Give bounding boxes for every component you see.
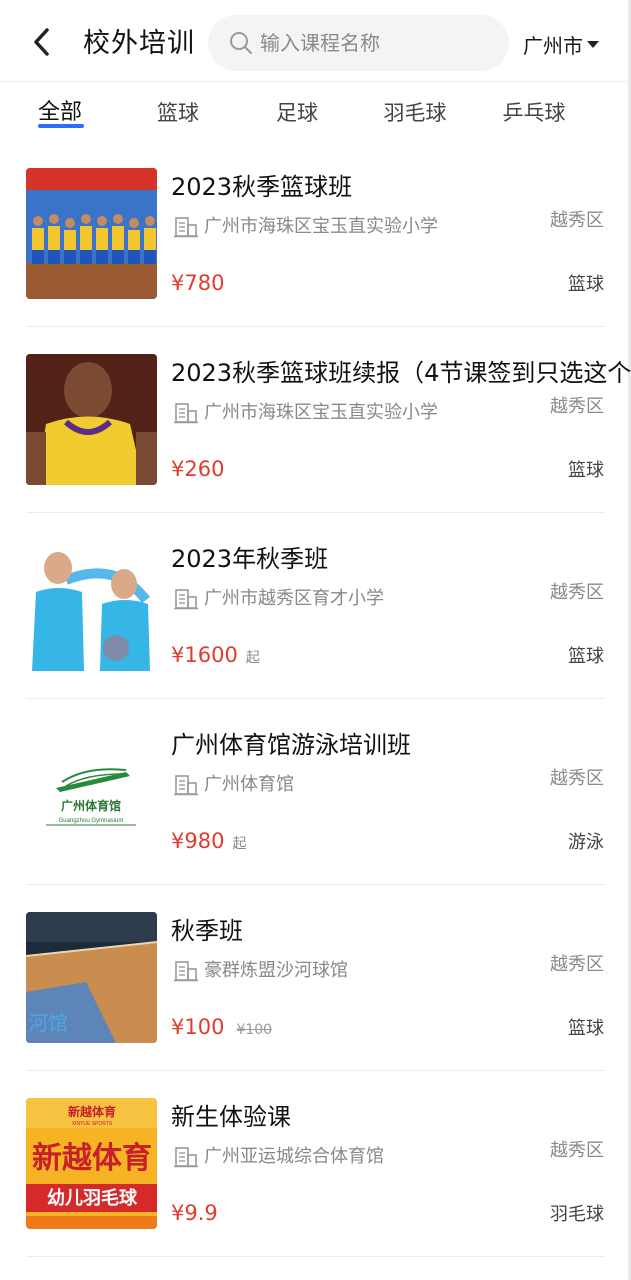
venue-name: 广州市越秀区育才小学	[204, 588, 384, 609]
price-row: ¥260	[171, 454, 224, 484]
page-title: 校外培训	[83, 28, 195, 59]
course-thumbnail: 河馆	[26, 912, 157, 1043]
course-name: 2023秋季篮球班续报（4节课签到只选这个	[171, 359, 631, 387]
divider	[26, 698, 605, 699]
course-thumbnail: 广州体育馆 Guangzhou Gymnasium	[26, 726, 157, 857]
back-button[interactable]	[22, 22, 62, 62]
gymnasium-logo: 广州体育馆 Guangzhou Gymnasium	[26, 726, 157, 857]
category-label: 羽毛球	[550, 1204, 604, 1225]
venue-name: 豪群炼盟沙河球馆	[204, 960, 348, 981]
category-label: 篮球	[568, 1018, 604, 1039]
brand-name: 新越体育	[68, 1104, 116, 1119]
court-wall-text: 河馆	[28, 1011, 68, 1035]
venue: 广州亚运城综合体育馆	[174, 1144, 384, 1170]
course-name: 秋季班	[171, 917, 243, 945]
course-card[interactable]: 2023秋季篮球班续报（4节课签到只选这个 广州市海珠区宝玉直实验小学 越秀区 …	[0, 344, 631, 530]
search-icon	[230, 32, 252, 54]
venue: 广州市越秀区育才小学	[174, 586, 384, 612]
price: ¥780	[171, 271, 225, 295]
category-tabs: 全部 篮球 足球 羽毛球 乒乓球	[0, 82, 628, 152]
active-tab-indicator	[38, 124, 84, 128]
tab-table-tennis[interactable]: 乒乓球	[484, 96, 584, 130]
price: ¥1600	[171, 643, 238, 667]
divider	[26, 326, 605, 327]
district-label: 越秀区	[550, 954, 604, 975]
district-label: 越秀区	[550, 396, 604, 417]
tab-basketball[interactable]: 篮球	[128, 96, 228, 130]
logo-text: 广州体育馆	[61, 798, 121, 813]
poster-headline: 新越体育	[32, 1141, 152, 1176]
price: ¥260	[171, 457, 225, 481]
course-name: 2023秋季篮球班	[171, 173, 353, 201]
category-label: 篮球	[568, 646, 604, 667]
city-label: 广州市	[523, 33, 583, 58]
course-thumbnail	[26, 354, 157, 485]
course-name: 广州体育馆游泳培训班	[171, 731, 411, 759]
divider	[26, 1256, 605, 1257]
building-icon	[174, 775, 198, 796]
district-label: 越秀区	[550, 1140, 604, 1161]
district-label: 越秀区	[550, 210, 604, 231]
district-label: 越秀区	[550, 582, 604, 603]
search-box[interactable]	[208, 15, 509, 71]
building-icon	[174, 217, 198, 238]
price-row: ¥100 ¥100	[171, 1012, 272, 1042]
venue-name: 广州市海珠区宝玉直实验小学	[204, 216, 438, 237]
venue-name: 广州亚运城综合体育馆	[204, 1146, 384, 1167]
category-label: 篮球	[568, 274, 604, 295]
district-label: 越秀区	[550, 768, 604, 789]
venue: 广州体育馆	[174, 772, 294, 798]
building-icon	[174, 961, 198, 982]
venue: 广州市海珠区宝玉直实验小学	[174, 400, 438, 426]
venue: 广州市海珠区宝玉直实验小学	[174, 214, 438, 240]
price: ¥9.9	[171, 1201, 218, 1225]
divider	[26, 1070, 605, 1071]
building-icon	[174, 1147, 198, 1168]
venue-name: 广州市海珠区宝玉直实验小学	[204, 402, 438, 423]
top-bar: 校外培训 广州市	[0, 0, 628, 82]
course-name: 2023年秋季班	[171, 545, 329, 573]
coaches-photo	[26, 540, 157, 671]
search-input[interactable]	[260, 23, 490, 63]
category-label: 篮球	[568, 460, 604, 481]
course-thumbnail: 新越体育 XINYUE SPORTS 新越体育 幼儿羽毛球	[26, 1098, 157, 1229]
price-from-label: 起	[232, 836, 247, 852]
course-name: 新生体验课	[171, 1103, 291, 1131]
basketball-court-photo: 河馆	[26, 912, 157, 1043]
basketball-player-photo	[26, 354, 157, 485]
divider	[26, 884, 605, 885]
course-card[interactable]: 2023年秋季班 广州市越秀区育才小学 越秀区 ¥1600 起 篮球	[0, 530, 628, 716]
poster-subline: 幼儿羽毛球	[47, 1187, 138, 1209]
course-card[interactable]: 河馆 秋季班 豪群炼盟沙河球馆 越秀区 ¥100 ¥100 篮球	[0, 902, 628, 1088]
city-selector[interactable]: 广州市	[523, 28, 599, 60]
price-row: ¥9.9	[171, 1198, 218, 1228]
course-thumbnail	[26, 168, 157, 299]
original-price: ¥100	[236, 1022, 273, 1038]
caret-down-icon	[587, 40, 599, 48]
price-row: ¥980 起	[171, 826, 246, 856]
basketball-team-photo	[26, 168, 157, 299]
price-row: ¥1600 起	[171, 640, 260, 670]
venue: 豪群炼盟沙河球馆	[174, 958, 348, 984]
logo-subtext: Guangzhou Gymnasium	[59, 818, 124, 824]
price: ¥100	[171, 1015, 225, 1039]
venue-name: 广州体育馆	[204, 774, 294, 795]
price-from-label: 起	[245, 650, 260, 666]
tab-badminton[interactable]: 羽毛球	[365, 96, 465, 130]
divider	[26, 512, 605, 513]
course-card[interactable]: 2023秋季篮球班 广州市海珠区宝玉直实验小学 越秀区 ¥780 篮球	[0, 158, 628, 344]
course-card[interactable]: 新越体育 XINYUE SPORTS 新越体育 幼儿羽毛球 新生体验课 广州亚运…	[0, 1088, 628, 1274]
brand-subtext: XINYUE SPORTS	[72, 1121, 113, 1127]
course-card[interactable]: 广州体育馆 Guangzhou Gymnasium 广州体育馆游泳培训班 广州体…	[0, 716, 628, 902]
tab-football[interactable]: 足球	[247, 96, 347, 130]
building-icon	[174, 589, 198, 610]
price-row: ¥780	[171, 268, 224, 298]
chevron-left-icon	[34, 28, 49, 56]
price: ¥980	[171, 829, 225, 853]
sports-brand-poster: 新越体育 XINYUE SPORTS 新越体育 幼儿羽毛球	[26, 1098, 157, 1229]
category-label: 游泳	[568, 832, 604, 853]
course-thumbnail	[26, 540, 157, 671]
building-icon	[174, 403, 198, 424]
